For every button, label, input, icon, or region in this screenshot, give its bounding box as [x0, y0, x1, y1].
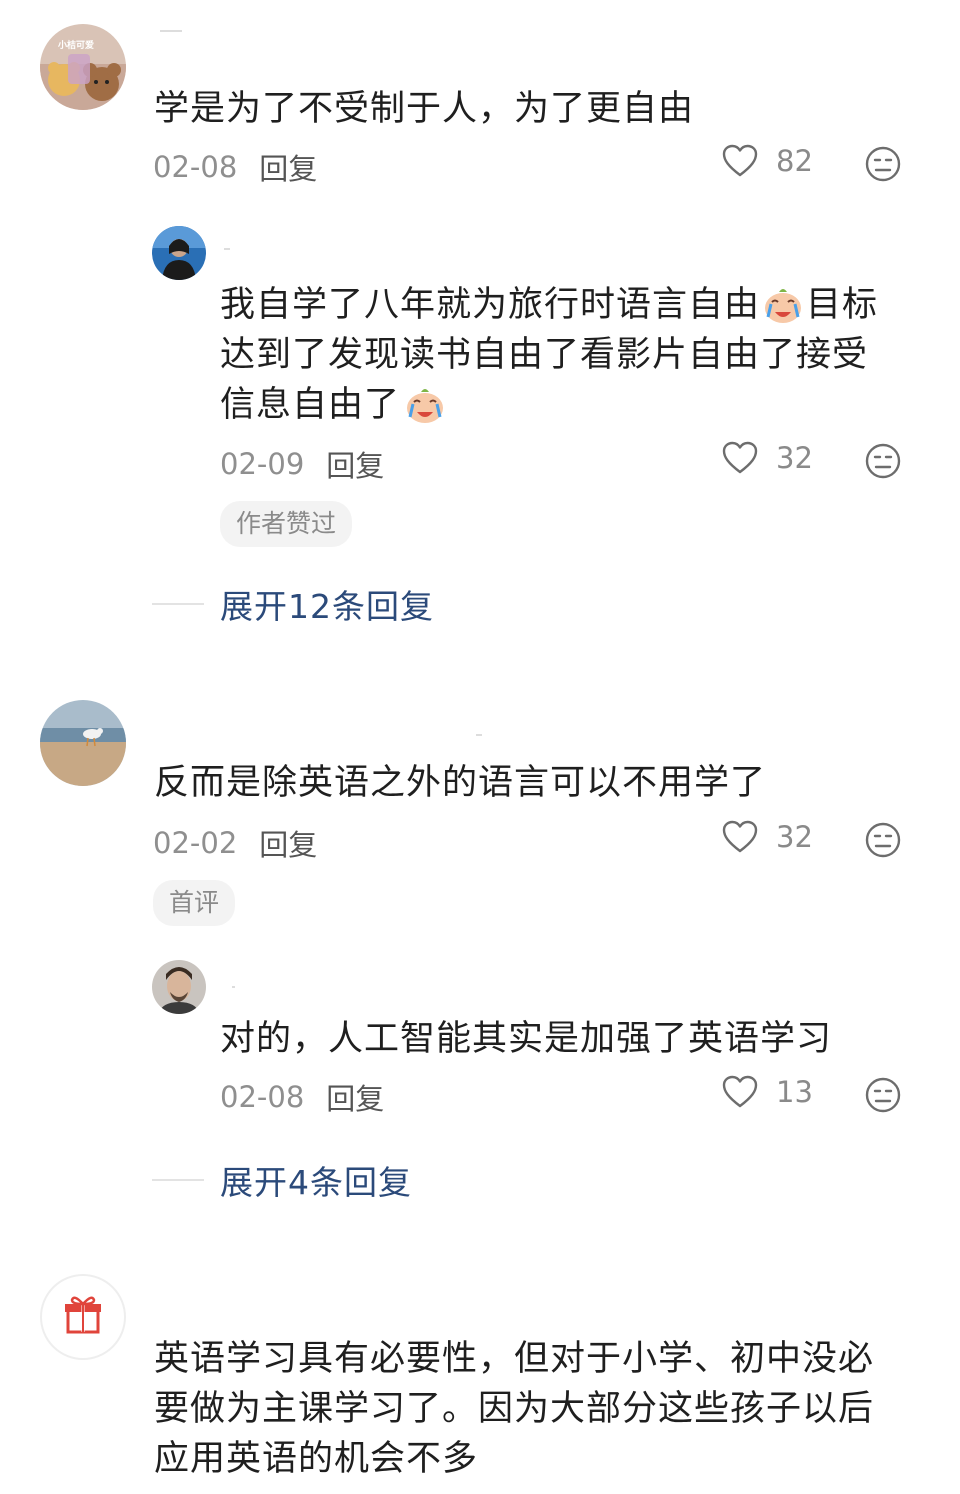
- author-liked-badge: 作者赞过: [220, 501, 353, 547]
- react-button[interactable]: [865, 1077, 901, 1117]
- reply-meta: 02-09 回复: [220, 443, 384, 485]
- neutral-face-icon: [865, 822, 901, 858]
- comment-date: 02-02: [153, 826, 238, 860]
- avatar-bears-image: [40, 24, 126, 110]
- comment-date: 02-08: [153, 150, 238, 184]
- heart-outline-icon: [722, 820, 758, 853]
- comment-text: 学是为了不受制于人，为了更自由: [154, 89, 695, 129]
- heart-outline-icon: [722, 1075, 758, 1108]
- like-count: 32: [776, 820, 813, 854]
- react-button[interactable]: [865, 443, 901, 483]
- reply-text: 对的，人工智能其实是加强了英语学习: [220, 1019, 833, 1059]
- reply-text-line3: 信息自由了: [220, 380, 878, 430]
- like-count: 13: [776, 1075, 813, 1109]
- reply-button[interactable]: 回复: [259, 822, 317, 864]
- avatar[interactable]: [40, 700, 126, 786]
- reply-meta: 02-08 回复: [220, 1076, 384, 1118]
- comment-meta: 02-08 回复: [153, 146, 317, 188]
- reply-date: 02-08: [220, 1080, 305, 1114]
- heart-outline-icon: [722, 441, 758, 474]
- avatar[interactable]: [40, 1274, 126, 1360]
- comment-text: 反而是除英语之外的语言可以不用学了: [154, 763, 767, 803]
- avatar-person-image: [152, 226, 206, 280]
- like-button[interactable]: 32: [722, 441, 813, 475]
- neutral-face-icon: [865, 1077, 901, 1113]
- reply-text-line1: 我自学了八年就为旅行时语言自由 目标: [220, 284, 879, 326]
- react-button[interactable]: [865, 146, 901, 186]
- like-count: 82: [776, 144, 813, 178]
- avatar-man-image: [152, 960, 206, 1014]
- reply-avatar[interactable]: [152, 226, 206, 280]
- like-button[interactable]: 82: [722, 144, 813, 178]
- reply-date: 02-09: [220, 447, 305, 481]
- nickname[interactable]: [160, 30, 182, 32]
- crying-face-emoji: [404, 384, 446, 426]
- avatar-seagull-image: [40, 700, 126, 786]
- reply-text: 我自学了八年就为旅行时语言自由 目标 达到了发现读书自由了看影片自由了接受 信息…: [220, 280, 878, 430]
- gift-icon: [65, 1296, 101, 1334]
- like-button[interactable]: 32: [722, 820, 813, 854]
- crying-face-emoji: [762, 284, 804, 326]
- first-comment-badge: 首评: [153, 880, 236, 926]
- divider: [152, 603, 204, 605]
- reply-nickname[interactable]: [224, 248, 230, 250]
- avatar[interactable]: 小桔可爱: [40, 24, 126, 110]
- comment-meta: 02-02 回复: [153, 822, 317, 864]
- expand-replies-button[interactable]: 展开4条回复: [152, 1156, 412, 1204]
- heart-outline-icon: [722, 144, 758, 177]
- reply-button[interactable]: 回复: [259, 146, 317, 188]
- reply-button[interactable]: 回复: [326, 1076, 384, 1118]
- reply-nickname[interactable]: [232, 986, 235, 988]
- neutral-face-icon: [865, 146, 901, 182]
- comment-text-line3: 应用英语的机会不多: [154, 1439, 479, 1479]
- expand-replies-button[interactable]: 展开12条回复: [152, 580, 434, 628]
- like-button[interactable]: 13: [722, 1075, 813, 1109]
- neutral-face-icon: [865, 443, 901, 479]
- react-button[interactable]: [865, 822, 901, 862]
- avatar-tag-text: 小桔可爱: [58, 41, 95, 51]
- reply-button[interactable]: 回复: [326, 443, 384, 485]
- like-count: 32: [776, 441, 813, 475]
- expand-replies-label: 展开12条回复: [220, 587, 434, 626]
- reply-text-line2: 达到了发现读书自由了看影片自由了接受: [220, 335, 869, 375]
- comment-text-line2: 要做为主课学习了。因为大部分这些孩子以后: [154, 1389, 875, 1429]
- comment-text: 英语学习具有必要性，但对于小学、初中没必 要做为主课学习了。因为大部分这些孩子以…: [154, 1334, 874, 1484]
- comment-text-line1: 英语学习具有必要性，但对于小学、初中没必: [154, 1339, 875, 1379]
- nickname[interactable]: [476, 734, 482, 736]
- reply-avatar[interactable]: [152, 960, 206, 1014]
- divider: [152, 1179, 204, 1181]
- expand-replies-label: 展开4条回复: [220, 1163, 412, 1202]
